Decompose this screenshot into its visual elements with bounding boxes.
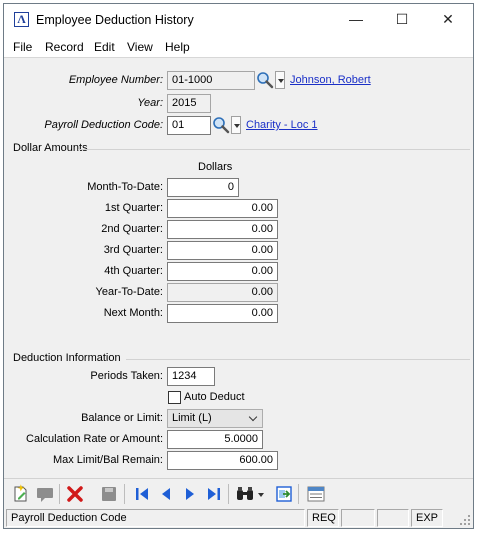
balance-or-limit-select[interactable]: Limit (L) [167, 409, 263, 428]
menu-view[interactable]: View [127, 40, 153, 54]
second-quarter-label: 2nd Quarter: [101, 223, 163, 235]
month-to-date-label: Month-To-Date: [87, 181, 163, 193]
close-button[interactable]: ✕ [433, 8, 463, 30]
third-quarter-label: 3rd Quarter: [103, 244, 163, 256]
maximize-button[interactable]: ☐ [387, 8, 417, 30]
minimize-button[interactable]: — [341, 8, 371, 30]
employee-lookup-icon[interactable] [256, 71, 274, 89]
toolbar-separator [124, 484, 125, 504]
toolbar-separator [59, 484, 60, 504]
window-title: Employee Deduction History [36, 13, 194, 27]
year-label: Year: [137, 97, 163, 109]
resize-grip-icon[interactable] [459, 514, 471, 526]
employee-number-label: Employee Number: [68, 74, 163, 86]
first-quarter-label: 1st Quarter: [104, 202, 163, 214]
comment-icon[interactable] [35, 484, 55, 504]
deduction-information-divider [126, 359, 470, 360]
menu-edit[interactable]: Edit [94, 40, 115, 54]
balance-or-limit-value: Limit (L) [172, 412, 212, 424]
deduction-code-description-link[interactable]: Charity - Loc 1 [246, 116, 318, 135]
periods-taken-label: Periods Taken: [90, 370, 163, 382]
deduction-code-lookup-icon[interactable] [212, 116, 230, 134]
find-icon[interactable] [235, 484, 255, 504]
max-limit-label: Max Limit/Bal Remain: [52, 454, 163, 466]
dollars-column-header: Dollars [198, 161, 233, 173]
menu-help[interactable]: Help [165, 40, 190, 54]
status-empty-1 [341, 509, 375, 527]
first-record-icon[interactable] [132, 484, 152, 504]
employee-lookup-dropdown-icon[interactable] [275, 71, 285, 89]
dollar-amounts-section-title: Dollar Amounts [13, 142, 88, 154]
status-exp: EXP [411, 509, 443, 527]
status-empty-2 [377, 509, 409, 527]
fourth-quarter-field[interactable]: 0.00 [167, 262, 278, 281]
second-quarter-field[interactable]: 0.00 [167, 220, 278, 239]
next-month-field[interactable]: 0.00 [167, 304, 278, 323]
year-to-date-field[interactable]: 0.00 [167, 283, 278, 302]
auto-deduct-label: Auto Deduct [184, 391, 245, 403]
next-month-label: Next Month: [103, 307, 163, 319]
deduction-code-dropdown-icon[interactable] [231, 116, 241, 134]
status-bar: Payroll Deduction Code REQ EXP [4, 508, 473, 528]
fourth-quarter-label: 4th Quarter: [104, 265, 163, 277]
calculation-rate-field[interactable]: 5.0000 [167, 430, 263, 449]
last-record-icon[interactable] [204, 484, 224, 504]
payroll-deduction-code-label: Payroll Deduction Code: [44, 119, 163, 131]
list-view-icon[interactable] [306, 484, 326, 504]
toolbar-separator [298, 484, 299, 504]
save-icon[interactable] [99, 484, 119, 504]
previous-record-icon[interactable] [156, 484, 176, 504]
balance-or-limit-label: Balance or Limit: [81, 412, 163, 424]
third-quarter-field[interactable]: 0.00 [167, 241, 278, 260]
calculation-rate-label: Calculation Rate or Amount: [26, 433, 163, 445]
menu-file[interactable]: File [13, 40, 32, 54]
menu-bar: File Record Edit View Help [4, 35, 473, 58]
employee-number-field[interactable]: 01-1000 [167, 71, 255, 90]
form-body: Employee Number: 01-1000 Johnson, Robert… [4, 59, 473, 477]
menu-record[interactable]: Record [45, 40, 84, 54]
deduction-information-section-title: Deduction Information [13, 352, 121, 364]
toolbar [4, 478, 473, 508]
status-message: Payroll Deduction Code [6, 509, 305, 527]
employee-name-link[interactable]: Johnson, Robert [290, 71, 371, 90]
first-quarter-field[interactable]: 0.00 [167, 199, 278, 218]
delete-icon[interactable] [65, 484, 85, 504]
payroll-deduction-code-field[interactable]: 01 [167, 116, 211, 135]
auto-deduct-checkbox[interactable] [168, 391, 181, 404]
status-req: REQ [307, 509, 339, 527]
year-field[interactable]: 2015 [167, 94, 211, 113]
employee-deduction-window: Λ Employee Deduction History — ☐ ✕ File … [3, 3, 474, 529]
new-record-icon[interactable] [11, 484, 31, 504]
export-icon[interactable] [274, 484, 294, 504]
title-bar: Λ Employee Deduction History — ☐ ✕ [4, 4, 473, 35]
month-to-date-field[interactable]: 0 [167, 178, 239, 197]
dollar-amounts-divider [78, 149, 470, 150]
toolbar-separator [228, 484, 229, 504]
year-to-date-label: Year-To-Date: [95, 286, 163, 298]
next-record-icon[interactable] [180, 484, 200, 504]
chevron-down-icon [248, 412, 258, 422]
find-dropdown-icon[interactable] [256, 484, 266, 504]
max-limit-field[interactable]: 600.00 [167, 451, 278, 470]
periods-taken-field[interactable]: 1234 [167, 367, 215, 386]
app-logo-icon: Λ [14, 12, 29, 27]
